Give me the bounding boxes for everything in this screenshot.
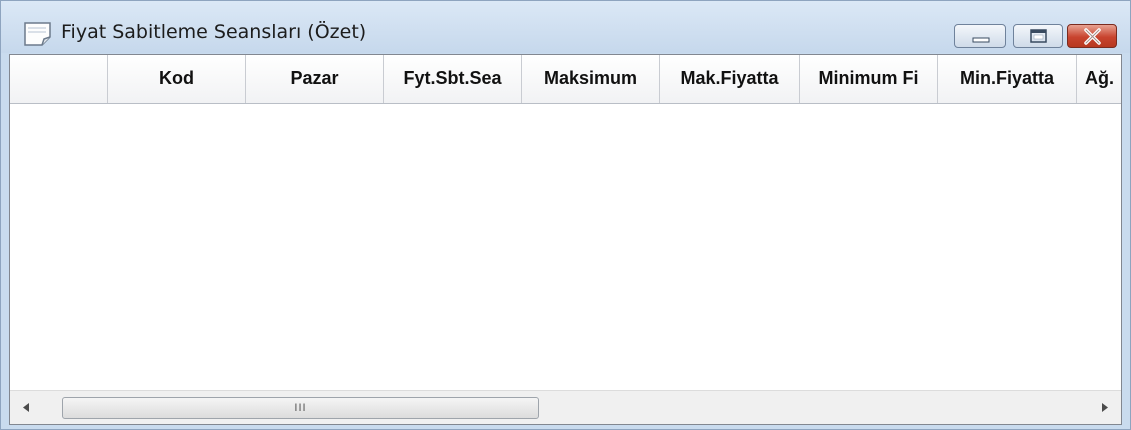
title-bar[interactable]: Fiyat Sabitleme Seansları (Özet) (1, 1, 1130, 53)
close-icon (1084, 28, 1101, 45)
scroll-right-button[interactable] (1089, 391, 1121, 424)
notepad-icon (23, 21, 53, 47)
table-header: Kod Pazar Fyt.Sbt.Sea Maksimum Mak.Fiyat… (10, 55, 1121, 104)
column-header-min-fiyatta[interactable]: Min.Fiyatta (938, 55, 1077, 103)
column-header-mak-fiyatta[interactable]: Mak.Fiyatta (660, 55, 800, 103)
app-window: Fiyat Sabitleme Seansları (Özet) Kod Paz… (0, 0, 1131, 430)
minimize-button[interactable] (954, 24, 1006, 48)
scroll-left-arrow-icon (23, 403, 29, 412)
table-view[interactable]: Kod Pazar Fyt.Sbt.Sea Maksimum Mak.Fiyat… (9, 54, 1122, 425)
column-header-maksimum[interactable]: Maksimum (522, 55, 660, 103)
scrollbar-grip: III (294, 402, 307, 414)
maximize-button[interactable] (1013, 24, 1063, 48)
column-header-ag[interactable]: Ağ. (1077, 55, 1121, 103)
maximize-icon (1030, 29, 1047, 43)
close-button[interactable] (1067, 24, 1117, 48)
column-header-kod[interactable]: Kod (108, 55, 246, 103)
window-title: Fiyat Sabitleme Seansları (Özet) (61, 21, 367, 43)
scrollbar-thumb[interactable]: III (62, 397, 539, 419)
scroll-left-button[interactable] (10, 391, 42, 424)
column-header-selector[interactable] (10, 55, 108, 103)
scroll-right-arrow-icon (1102, 403, 1108, 412)
column-header-minimum-fi[interactable]: Minimum Fi (800, 55, 938, 103)
horizontal-scrollbar[interactable]: III (10, 390, 1121, 424)
minimize-icon (972, 37, 990, 43)
column-header-fyt-sbt-sea[interactable]: Fyt.Sbt.Sea (384, 55, 522, 103)
column-header-pazar[interactable]: Pazar (246, 55, 384, 103)
